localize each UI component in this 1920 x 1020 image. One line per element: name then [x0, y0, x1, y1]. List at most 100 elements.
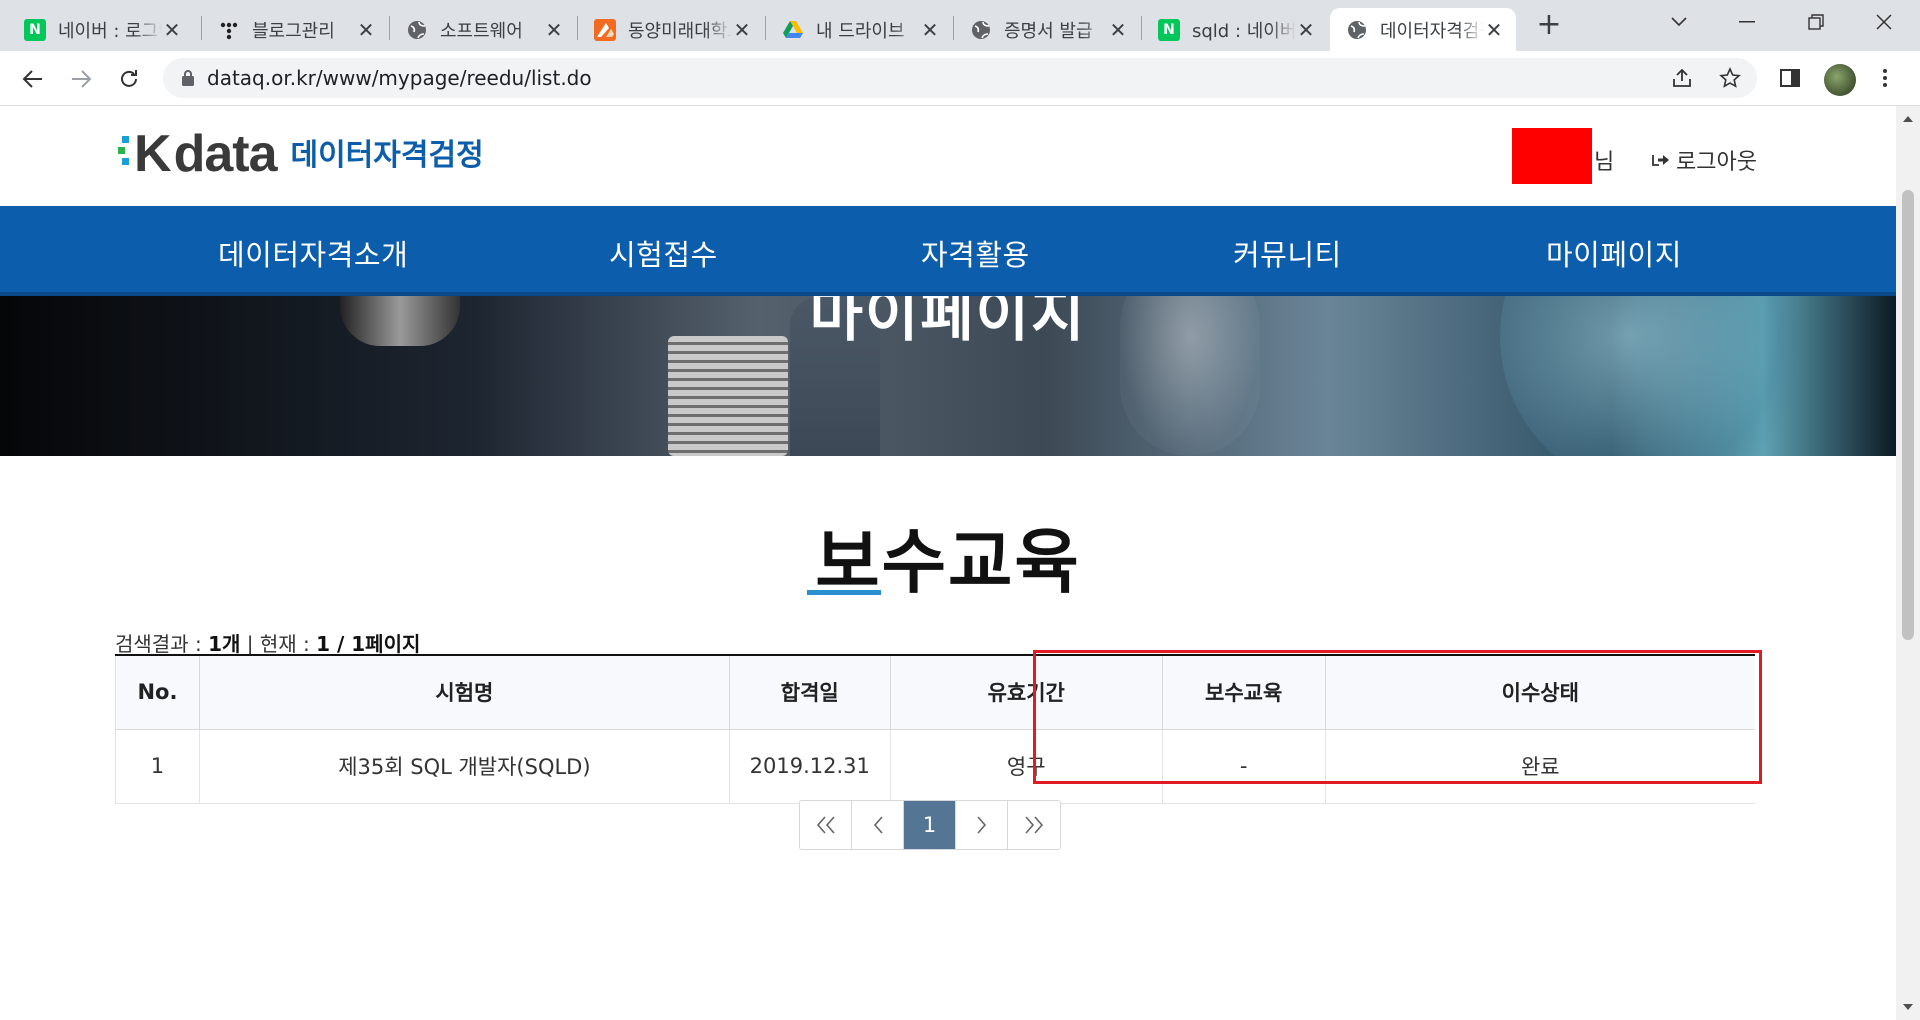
close-icon — [1876, 14, 1892, 30]
reload-button[interactable] — [115, 65, 143, 93]
naver-icon: N — [24, 18, 46, 41]
side-panel-icon — [1780, 69, 1800, 87]
close-icon[interactable]: ✕ — [1108, 18, 1128, 42]
minimize-button[interactable] — [1725, 6, 1769, 38]
cell-exam-name: 제35회 SQL 개발자(SQLD) — [199, 729, 730, 804]
logout-icon — [1652, 155, 1669, 166]
close-icon[interactable]: ✕ — [1296, 18, 1316, 42]
double-chevron-right-icon — [1025, 816, 1044, 834]
tab-title: 네이버 : 로그인 — [58, 20, 162, 42]
restore-icon — [1808, 14, 1824, 30]
close-icon[interactable]: ✕ — [732, 18, 752, 42]
lock-icon — [182, 70, 194, 86]
close-icon[interactable]: ✕ — [356, 18, 376, 42]
chevron-down-icon — [1671, 17, 1687, 27]
profile-avatar[interactable] — [1824, 64, 1856, 96]
address-bar[interactable]: dataq.or.kr/www/mypage/reedu/list.do — [163, 58, 1757, 98]
page-button-current[interactable]: 1 — [904, 801, 956, 849]
logo-data: data — [173, 125, 278, 183]
scrollbar-thumb[interactable] — [1902, 190, 1914, 640]
cell-pass-date: 2019.12.31 — [729, 729, 891, 804]
close-icon[interactable]: ✕ — [920, 18, 940, 42]
site-header: K data 데이터자격검정 님 로그아웃 — [0, 106, 1896, 206]
close-icon[interactable]: ✕ — [1484, 18, 1504, 42]
close-icon[interactable]: ✕ — [544, 18, 564, 42]
hero-coins-image — [668, 336, 788, 456]
more-vertical-icon — [1883, 69, 1887, 87]
user-suffix: 님 — [1594, 150, 1615, 175]
site-logo[interactable]: K data 데이터자격검정 — [118, 125, 484, 183]
web-page: K data 데이터자격검정 님 로그아웃 데이터자격소개 시험접수 자격활용 … — [0, 106, 1896, 1020]
share-icon — [1673, 68, 1691, 87]
tab-title: 데이터자격검정 — [1380, 20, 1484, 42]
browser-tab[interactable]: 소프트웨어 ✕ — [390, 8, 576, 51]
star-icon — [1719, 67, 1741, 88]
browser-tab[interactable]: 블로그관리 ✕ — [202, 8, 388, 51]
browser-menu-button[interactable] — [1870, 63, 1900, 93]
prev-page-button[interactable] — [852, 801, 904, 849]
hero-banner: 마이페이지 — [0, 296, 1896, 456]
tab-search-button[interactable] — [1657, 6, 1701, 38]
minimize-icon — [1739, 21, 1755, 23]
browser-tab-active[interactable]: 데이터자격검정 ✕ — [1330, 8, 1516, 51]
pagination: 1 — [799, 800, 1061, 850]
scroll-down-icon[interactable] — [1903, 1004, 1913, 1010]
reload-icon — [121, 70, 137, 87]
first-page-button[interactable] — [800, 801, 852, 849]
browser-tab[interactable]: 내 드라이브 ✕ — [766, 8, 952, 51]
new-tab-button[interactable]: + — [1535, 10, 1563, 42]
browser-tab[interactable]: 동양미래대학교 ✕ — [578, 8, 764, 51]
close-icon[interactable]: ✕ — [162, 18, 182, 42]
hero-title: 마이페이지 — [809, 296, 1087, 349]
globe-icon — [406, 19, 428, 41]
tab-title: 내 드라이브 — [816, 20, 905, 42]
bookmark-button[interactable] — [1715, 63, 1745, 93]
page-title: 보수교육 — [815, 521, 1081, 603]
nav-item-exam-apply[interactable]: 시험접수 — [609, 232, 718, 274]
search-result-label: 검색결과 : — [115, 632, 209, 656]
close-window-button[interactable] — [1862, 6, 1906, 38]
url-text: dataq.or.kr/www/mypage/reedu/list.do — [207, 66, 592, 90]
browser-tab-bar: N 네이버 : 로그인 ✕ 블로그관리 ✕ 소프트웨어 ✕ 동양미래대학교 ✕ … — [0, 0, 1920, 51]
browser-tab[interactable]: N sqld : 네이버 ✕ — [1142, 8, 1328, 51]
logout-link[interactable]: 로그아웃 — [1652, 144, 1757, 176]
logo-text: 데이터자격검정 — [290, 138, 484, 173]
last-page-button[interactable] — [1008, 801, 1060, 849]
cell-no: 1 — [115, 729, 200, 804]
browser-tab[interactable]: 증명서 발급 ✕ — [954, 8, 1140, 51]
redacted-username — [1512, 128, 1592, 184]
google-drive-icon — [782, 19, 804, 41]
tab-title: sqld : 네이버 — [1192, 20, 1296, 42]
search-result-count: 1개 — [208, 632, 241, 656]
separator: | — [240, 632, 260, 656]
forward-button[interactable] — [67, 65, 95, 93]
browser-tab[interactable]: N 네이버 : 로그인 ✕ — [8, 8, 194, 51]
column-header-no: No. — [115, 655, 200, 730]
next-page-button[interactable] — [956, 801, 1008, 849]
chevron-left-icon — [873, 816, 883, 834]
double-chevron-left-icon — [816, 816, 835, 834]
back-button[interactable] — [19, 65, 47, 93]
scroll-up-icon[interactable] — [1903, 116, 1913, 122]
share-button[interactable] — [1667, 63, 1697, 93]
restore-button[interactable] — [1794, 6, 1838, 38]
arrow-left-icon — [22, 70, 42, 88]
current-label: 현재 : — [259, 632, 317, 656]
search-result-summary: 검색결과 : 1개 | 현재 : 1 / 1페이지 — [115, 628, 420, 657]
side-panel-button[interactable] — [1775, 63, 1805, 93]
nav-item-mypage[interactable]: 마이페이지 — [1546, 232, 1682, 274]
arrow-right-icon — [72, 70, 92, 88]
column-header-exam-name: 시험명 — [199, 655, 730, 730]
nav-item-community[interactable]: 커뮤니티 — [1233, 232, 1342, 274]
nav-item-qualification-use[interactable]: 자격활용 — [921, 232, 1030, 274]
column-header-pass-date: 합격일 — [729, 655, 891, 730]
dongyang-icon — [594, 18, 616, 41]
logo-k: K — [118, 128, 172, 180]
tistory-icon — [218, 19, 240, 41]
nav-item-intro[interactable]: 데이터자격소개 — [218, 232, 408, 274]
tab-title: 블로그관리 — [252, 20, 335, 42]
title-underline — [807, 590, 881, 595]
page-scrollbar[interactable] — [1896, 106, 1920, 1020]
tab-title: 증명서 발급 — [1004, 20, 1093, 42]
tab-title: 소프트웨어 — [440, 20, 523, 42]
